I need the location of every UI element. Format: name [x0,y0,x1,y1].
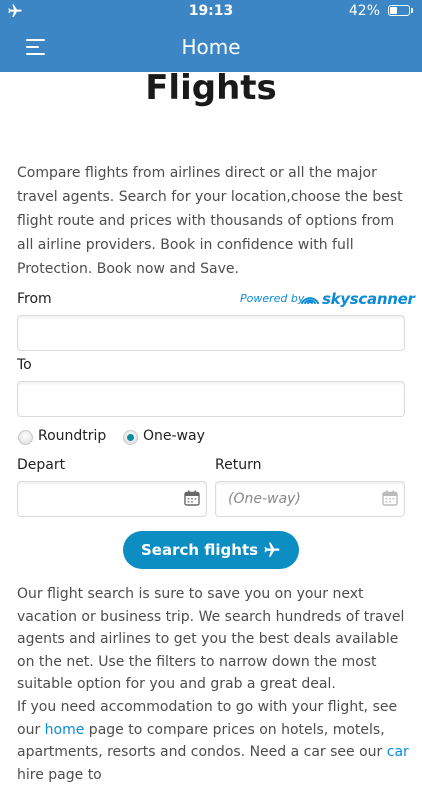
battery-percent: 42% [348,3,380,19]
return-label: Return [215,457,262,473]
one-way-label[interactable]: One-way [143,428,205,444]
intro-paragraph: Compare flights from airlines direct or … [17,165,403,277]
roundtrip-label[interactable]: Roundtrip [38,428,106,444]
nav-bar: Home [0,22,422,72]
airplane-icon [264,542,280,557]
from-field[interactable] [17,315,405,351]
info-paragraph-1: Our flight search is sure to save you on… [17,586,405,693]
calendar-icon[interactable] [184,490,200,506]
search-flights-button[interactable]: Search flights [123,531,299,569]
roundtrip-radio[interactable] [18,430,33,445]
to-label: To [17,357,32,373]
powered-by-label: Powered by [240,292,305,305]
skyscanner-logo-icon [301,297,319,304]
calendar-icon[interactable] [382,490,398,506]
nav-title: Home [181,35,241,59]
depart-date-input[interactable] [18,482,206,516]
status-bar: 19:13 42% [0,0,422,22]
one-way-radio[interactable] [123,430,138,445]
battery-icon [388,5,413,16]
battery-fill [390,7,397,14]
skyscanner-brand: skyscanner [322,290,415,308]
from-input[interactable] [18,316,404,350]
to-field[interactable] [17,381,405,417]
home-link[interactable]: home [45,722,85,738]
info-paragraph-2-end: hire page to [17,766,102,783]
info-text: Our flight search is sure to save you on… [17,583,412,786]
depart-label: Depart [17,457,66,473]
search-flights-label: Search flights [141,541,259,559]
return-date-input[interactable] [216,482,404,516]
to-input[interactable] [18,382,404,416]
depart-date-field[interactable] [17,481,207,517]
car-hire-link[interactable]: car [387,744,409,760]
page-title: Flights [145,68,277,108]
return-date-field[interactable] [215,481,405,517]
from-label: From [17,291,52,307]
